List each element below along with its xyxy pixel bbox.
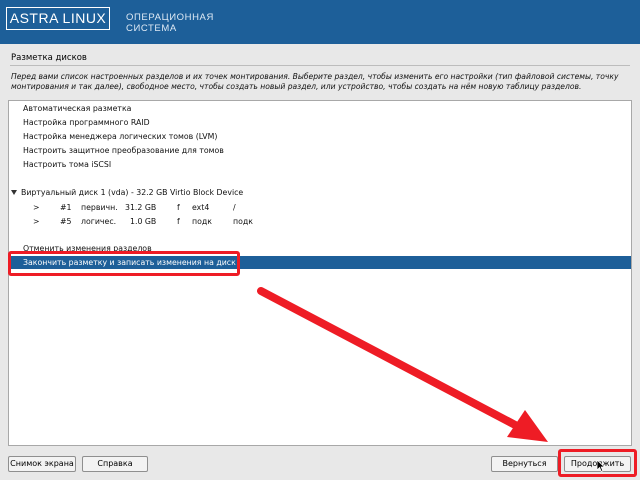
partition-type: логичес. <box>81 217 117 226</box>
highlight-box-finish <box>8 251 240 276</box>
title-divider <box>10 65 630 66</box>
list-item-lvm[interactable]: Настройка менеджера логических томов (LV… <box>9 130 631 143</box>
back-button[interactable]: Вернуться <box>491 456 558 472</box>
list-item-software-raid[interactable]: Настройка программного RAID <box>9 116 631 129</box>
list-item-auto-partition[interactable]: Автоматическая разметка <box>9 102 631 115</box>
os-subtitle-line2: СИСТЕМА <box>126 23 177 34</box>
partition-type: первичн. <box>81 203 118 212</box>
list-item-label: Настроить тома iSCSI <box>23 160 112 169</box>
instructions-text: Перед вами список настроенных разделов и… <box>11 72 619 91</box>
screenshot-button[interactable]: Снимок экрана <box>8 456 76 472</box>
installer-header: ASTRA LINUX ОПЕРАЦИОННАЯ СИСТЕМА <box>0 0 640 44</box>
partition-number: #5 <box>60 217 72 226</box>
partition-size: 31.2 GB <box>125 203 157 212</box>
list-item-label: Настроить защитное преобразование для то… <box>23 146 224 155</box>
list-item-label: Автоматическая разметка <box>23 104 132 113</box>
partition-arrow-icon: > <box>33 217 40 226</box>
partition-fs: ext4 <box>192 203 210 212</box>
list-item-label: Настройка менеджера логических томов (LV… <box>23 132 218 141</box>
partition-arrow-icon: > <box>33 203 40 212</box>
partition-row[interactable]: > #1 первичн. 31.2 GB f ext4 / <box>9 201 631 214</box>
partition-flag: f <box>177 203 180 212</box>
partition-fs: подк <box>192 217 212 226</box>
mouse-cursor-icon <box>597 460 606 473</box>
partition-mount: подк <box>233 217 253 226</box>
partition-flag: f <box>177 217 180 226</box>
partition-mount: / <box>233 203 236 212</box>
help-button[interactable]: Справка <box>82 456 148 472</box>
partition-number: #1 <box>60 203 72 212</box>
list-item-encryption[interactable]: Настроить защитное преобразование для то… <box>9 144 631 157</box>
disk-label: Виртуальный диск 1 (vda) - 32.2 GB Virti… <box>21 188 244 197</box>
os-subtitle-line1: ОПЕРАЦИОННАЯ <box>126 12 214 23</box>
os-subtitle: ОПЕРАЦИОННАЯ СИСТЕМА <box>126 12 214 34</box>
partition-size: 1.0 GB <box>130 217 157 226</box>
page-title: Разметка дисков <box>11 53 87 63</box>
list-item-label: Настройка программного RAID <box>23 118 150 127</box>
list-item-iscsi[interactable]: Настроить тома iSCSI <box>9 158 631 171</box>
expand-triangle-icon[interactable] <box>11 190 17 195</box>
astra-linux-logo: ASTRA LINUX <box>6 7 110 30</box>
list-item-disk-vda[interactable]: Виртуальный диск 1 (vda) - 32.2 GB Virti… <box>9 186 631 199</box>
partition-row[interactable]: > #5 логичес. 1.0 GB f подк подк <box>9 215 631 228</box>
